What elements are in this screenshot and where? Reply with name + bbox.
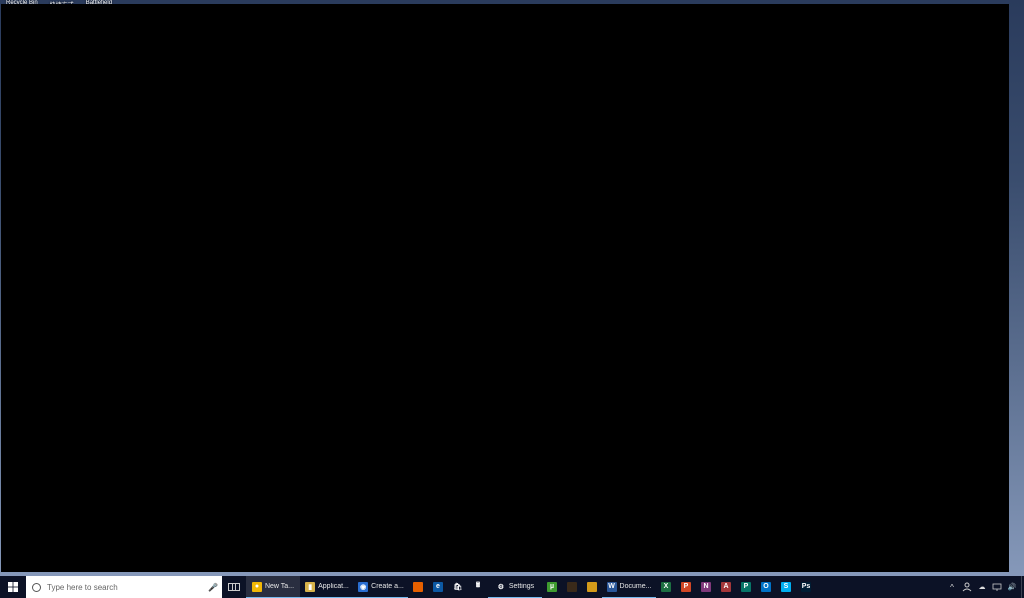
taskbar-item-access[interactable]: A xyxy=(716,576,736,598)
word-icon: W xyxy=(607,582,617,592)
taskbar-item-app-a[interactable] xyxy=(562,576,582,598)
taskbar-item-publisher[interactable]: P xyxy=(736,576,756,598)
taskbar-item-calculator[interactable]: 🖩 xyxy=(468,576,488,598)
edge-icon: e xyxy=(433,582,443,592)
taskbar-item-excel[interactable]: X xyxy=(656,576,676,598)
taskbar-item-word[interactable]: W Docume... xyxy=(602,576,656,598)
taskbar-item-onenote[interactable]: N xyxy=(696,576,716,598)
taskbar-item-utorrent[interactable]: µ xyxy=(542,576,562,598)
taskbar-item-label: Create a... xyxy=(371,583,404,590)
taskbar-item-outlook[interactable]: O xyxy=(756,576,776,598)
new-tab-chrome-icon: ● xyxy=(252,582,262,592)
taskbar: Type here to search 🎤 ●New Ta...▮Applica… xyxy=(0,576,1024,598)
taskbar-item-photoshop[interactable]: Ps xyxy=(796,576,816,598)
photoshop-icon: Ps xyxy=(801,582,811,592)
powerpoint-icon: P xyxy=(681,582,691,592)
app-b-icon xyxy=(587,582,597,592)
start-button[interactable] xyxy=(0,576,26,598)
taskbar-item-create-a[interactable]: ◉Create a... xyxy=(354,576,408,598)
volume-icon[interactable]: 🔊 xyxy=(1007,582,1017,592)
taskbar-item-powerpoint[interactable]: P xyxy=(676,576,696,598)
taskbar-item-label: Docume... xyxy=(620,583,652,590)
taskbar-item-application[interactable]: ▮Applicat... xyxy=(300,576,354,598)
calculator-icon: 🖩 xyxy=(473,582,483,592)
utorrent-icon: µ xyxy=(547,582,557,592)
cortana-icon xyxy=(32,583,41,592)
taskbar-item-store[interactable]: 🛍 xyxy=(448,576,468,598)
onenote-icon: N xyxy=(701,582,711,592)
application-icon: ▮ xyxy=(305,582,315,592)
cloud-icon[interactable]: ☁ xyxy=(977,582,987,592)
app-a-icon xyxy=(567,582,577,592)
taskbar-item-skype[interactable]: S xyxy=(776,576,796,598)
taskbar-item-app-b[interactable] xyxy=(582,576,602,598)
taskbar-item-label: New Ta... xyxy=(265,583,294,590)
search-box[interactable]: Type here to search 🎤 xyxy=(26,576,222,598)
search-placeholder: Type here to search xyxy=(47,583,208,592)
publisher-icon: P xyxy=(741,582,751,592)
network-icon[interactable] xyxy=(992,582,1002,592)
task-view-button[interactable] xyxy=(222,576,246,598)
outlook-icon: O xyxy=(761,582,771,592)
taskbar-item-settings[interactable]: ⚙ Settings xyxy=(488,576,542,598)
microphone-icon[interactable]: 🎤 xyxy=(208,583,216,592)
excel-icon: X xyxy=(661,582,671,592)
skype-icon: S xyxy=(781,582,791,592)
taskbar-item-label: Applicat... xyxy=(318,583,349,590)
windows-logo-icon xyxy=(8,582,18,592)
taskbar-item-firefox[interactable] xyxy=(408,576,428,598)
access-icon: A xyxy=(721,582,731,592)
people-icon[interactable] xyxy=(962,582,972,592)
create-a-icon: ◉ xyxy=(358,582,368,592)
foreground-black-window[interactable] xyxy=(1,4,1009,572)
gear-icon: ⚙ xyxy=(496,582,506,592)
task-view-icon xyxy=(228,583,240,591)
tray-overflow-chevron-icon[interactable]: ^ xyxy=(947,582,957,592)
taskbar-item-new-tab-chrome[interactable]: ●New Ta... xyxy=(246,576,300,598)
taskbar-item-label: Settings xyxy=(509,583,534,590)
taskbar-item-edge[interactable]: e xyxy=(428,576,448,598)
taskbar-spacer xyxy=(816,576,943,598)
system-tray: ^ ☁ 🔊 xyxy=(943,576,1021,598)
store-icon: 🛍 xyxy=(453,582,463,592)
firefox-icon xyxy=(413,582,423,592)
